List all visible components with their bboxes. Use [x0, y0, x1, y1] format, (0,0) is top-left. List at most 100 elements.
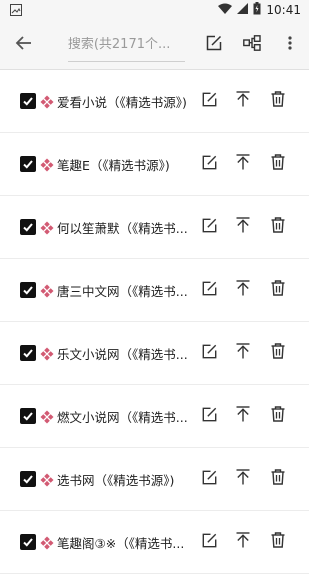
source-row[interactable]: 爱看小说（《精选书源》) — [0, 70, 309, 133]
edit-icon — [202, 470, 217, 489]
arrow-up-bar-icon — [236, 469, 250, 489]
diamond-icon — [40, 94, 54, 109]
source-row[interactable]: 选书网（《精选书源》) — [0, 448, 309, 511]
move-to-top-button[interactable] — [231, 215, 255, 239]
arrow-up-bar-icon — [236, 91, 250, 111]
source-checkbox[interactable] — [20, 471, 36, 487]
trash-icon — [271, 406, 285, 426]
checkmark-icon — [22, 344, 34, 363]
clock: 10:41 — [266, 3, 301, 17]
checkmark-icon — [22, 92, 34, 111]
edit-icon — [202, 344, 217, 363]
more-vertical-icon — [288, 35, 292, 54]
back-button[interactable] — [0, 21, 48, 69]
status-right: 10:41 — [218, 2, 301, 18]
edit-button[interactable] — [197, 341, 221, 365]
delete-button[interactable] — [266, 89, 290, 113]
source-name: 笔趣阁③※（《精选书... — [57, 535, 185, 551]
trash-icon — [271, 469, 285, 489]
checkmark-icon — [22, 218, 34, 237]
source-name: 选书网（《精选书源》) — [57, 472, 175, 488]
source-row[interactable]: 何以笙萧默（《精选书... — [0, 196, 309, 259]
edit-button[interactable] — [197, 152, 221, 176]
source-list: 爱看小说（《精选书源》) 笔趣E（《精选书源》) 何以笙萧默（《精选书... 唐… — [0, 70, 309, 574]
more-options-button[interactable] — [271, 21, 309, 69]
diamond-icon — [40, 346, 54, 361]
checkmark-icon — [22, 281, 34, 300]
edit-button[interactable] — [197, 467, 221, 491]
edit-button[interactable] — [197, 530, 221, 554]
delete-button[interactable] — [266, 341, 290, 365]
source-checkbox[interactable] — [20, 534, 36, 550]
delete-button[interactable] — [266, 467, 290, 491]
move-to-top-button[interactable] — [231, 530, 255, 554]
edit-square-icon — [206, 35, 222, 55]
delete-button[interactable] — [266, 152, 290, 176]
group-button[interactable] — [233, 21, 271, 69]
wifi-icon — [218, 3, 233, 17]
move-to-top-button[interactable] — [231, 404, 255, 428]
diamond-icon — [40, 283, 54, 298]
delete-button[interactable] — [266, 278, 290, 302]
edit-button[interactable] — [197, 404, 221, 428]
toolbar — [0, 20, 309, 70]
source-checkbox[interactable] — [20, 282, 36, 298]
move-to-top-button[interactable] — [231, 341, 255, 365]
edit-button[interactable] — [197, 89, 221, 113]
edit-icon — [202, 155, 217, 174]
status-bar: 10:41 — [0, 0, 309, 20]
search-input[interactable] — [67, 36, 186, 52]
move-to-top-button[interactable] — [231, 152, 255, 176]
source-row[interactable]: 乐文小说网（《精选书... — [0, 322, 309, 385]
delete-button[interactable] — [266, 404, 290, 428]
checkmark-icon — [22, 533, 34, 552]
source-name: 何以笙萧默（《精选书... — [57, 220, 188, 236]
checkmark-icon — [22, 470, 34, 489]
source-checkbox[interactable] — [20, 408, 36, 424]
edit-button[interactable] — [197, 215, 221, 239]
source-name: 唐三中文网（《精选书... — [57, 283, 188, 299]
checkmark-icon — [22, 407, 34, 426]
image-notification-icon — [10, 1, 22, 20]
source-name: 笔趣E（《精选书源》) — [57, 157, 170, 173]
arrow-up-bar-icon — [236, 154, 250, 174]
trash-icon — [271, 280, 285, 300]
trash-icon — [271, 154, 285, 174]
checkmark-icon — [22, 155, 34, 174]
arrow-up-bar-icon — [236, 280, 250, 300]
source-name: 乐文小说网（《精选书... — [57, 346, 188, 362]
edit-icon — [202, 218, 217, 237]
status-left — [10, 1, 22, 20]
delete-button[interactable] — [266, 530, 290, 554]
edit-icon — [202, 281, 217, 300]
diamond-icon — [40, 472, 54, 487]
arrow-up-bar-icon — [236, 406, 250, 426]
search-box — [67, 28, 186, 62]
source-checkbox[interactable] — [20, 156, 36, 172]
batch-edit-button[interactable] — [195, 21, 233, 69]
source-row[interactable]: 笔趣E（《精选书源》) — [0, 133, 309, 196]
battery-icon — [253, 2, 261, 18]
diamond-icon — [40, 409, 54, 424]
source-checkbox[interactable] — [20, 219, 36, 235]
trash-icon — [271, 91, 285, 111]
source-name: 爱看小说（《精选书源》) — [57, 94, 187, 110]
source-checkbox[interactable] — [20, 93, 36, 109]
signal-icon — [237, 3, 249, 17]
move-to-top-button[interactable] — [231, 278, 255, 302]
source-row[interactable]: 笔趣阁③※（《精选书... — [0, 511, 309, 574]
move-to-top-button[interactable] — [231, 89, 255, 113]
source-checkbox[interactable] — [20, 345, 36, 361]
tree-structure-icon — [243, 34, 261, 55]
arrow-up-bar-icon — [236, 343, 250, 363]
diamond-icon — [40, 220, 54, 235]
edit-button[interactable] — [197, 278, 221, 302]
source-row[interactable]: 唐三中文网（《精选书... — [0, 259, 309, 322]
delete-button[interactable] — [266, 215, 290, 239]
source-row[interactable]: 燃文小说网（《精选书... — [0, 385, 309, 448]
trash-icon — [271, 532, 285, 552]
move-to-top-button[interactable] — [231, 467, 255, 491]
diamond-icon — [40, 157, 54, 172]
trash-icon — [271, 217, 285, 237]
edit-icon — [202, 533, 217, 552]
